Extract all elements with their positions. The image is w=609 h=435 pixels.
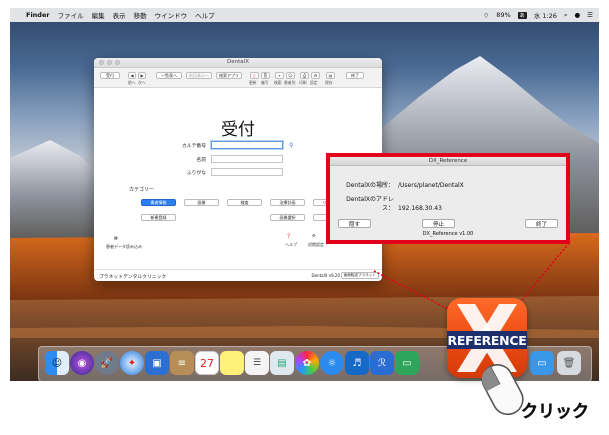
click-callout-text: クリック — [521, 402, 589, 422]
reference-label: REFERENCE — [447, 331, 527, 349]
